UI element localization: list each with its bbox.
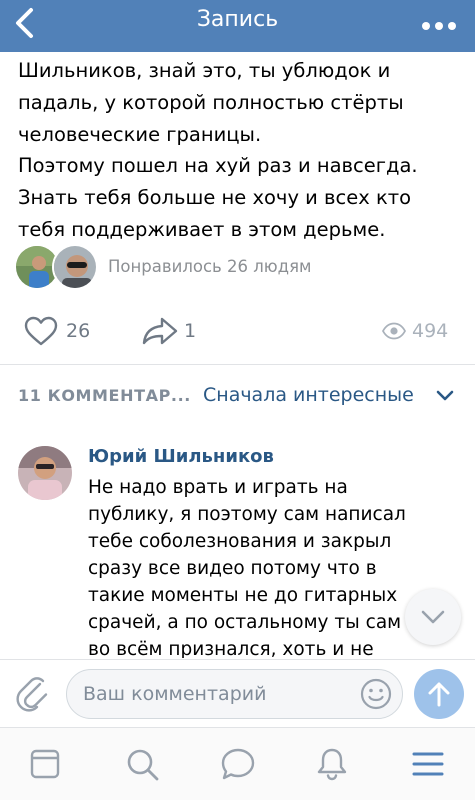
scroll-down-button[interactable] xyxy=(405,589,461,645)
share-button[interactable]: 1 xyxy=(142,308,196,354)
attach-button[interactable] xyxy=(16,674,50,712)
post-text: Шильников, знай это, ты ублюдок и падаль… xyxy=(18,59,418,241)
tab-notifications[interactable] xyxy=(314,746,350,782)
page-title: Запись xyxy=(196,7,279,32)
news-icon xyxy=(30,749,60,779)
tab-search[interactable] xyxy=(124,746,160,782)
comments-header: 11 КОММЕНТАР... Сначала интересные xyxy=(0,374,475,418)
more-button[interactable] xyxy=(421,16,457,30)
comments-count: 11 КОММЕНТАР... xyxy=(18,386,191,405)
post-actions: 26 1 494 xyxy=(0,308,475,354)
send-button[interactable] xyxy=(414,669,464,719)
tab-messages[interactable] xyxy=(220,746,256,782)
notifications-icon xyxy=(317,748,347,781)
heart-icon xyxy=(24,316,58,346)
chevron-down-icon xyxy=(421,610,445,624)
comments-sort-selector[interactable]: Сначала интересные xyxy=(203,384,414,406)
liked-by-text: Понравилось 26 людям xyxy=(108,257,312,276)
messages-icon xyxy=(221,748,255,780)
bottom-tab-bar xyxy=(0,727,475,800)
comment-composer xyxy=(0,659,475,727)
comment-item: Юрий Шильников Не надо врать и играть на… xyxy=(0,440,475,658)
liker-avatar-2 xyxy=(52,244,98,290)
smile-icon xyxy=(360,678,392,710)
liked-by-row[interactable]: Понравилось 26 людям xyxy=(14,244,464,292)
tab-menu[interactable] xyxy=(410,746,446,782)
paperclip-icon xyxy=(16,677,48,712)
divider xyxy=(0,364,475,365)
emoji-button[interactable] xyxy=(360,678,392,710)
comment-author[interactable]: Юрий Шильников xyxy=(88,446,274,467)
reposts-count: 1 xyxy=(184,320,197,342)
chevron-down-icon[interactable] xyxy=(436,390,454,402)
tab-news[interactable] xyxy=(27,746,63,782)
menu-icon xyxy=(412,752,444,776)
more-horizontal-icon xyxy=(422,22,456,30)
like-button[interactable]: 26 xyxy=(24,308,90,354)
comment-text: Не надо врать и играть на публику, я поэ… xyxy=(88,477,406,658)
eye-icon xyxy=(382,322,406,340)
views-indicator: 494 xyxy=(382,308,448,354)
likes-count: 26 xyxy=(66,320,91,342)
search-icon xyxy=(127,749,159,781)
top-navbar: Запись xyxy=(0,0,475,52)
comment-avatar[interactable] xyxy=(18,446,72,500)
share-arrow-icon xyxy=(142,317,178,345)
comment-input[interactable] xyxy=(66,669,403,719)
arrow-up-icon xyxy=(428,682,450,707)
views-count: 494 xyxy=(412,320,449,342)
